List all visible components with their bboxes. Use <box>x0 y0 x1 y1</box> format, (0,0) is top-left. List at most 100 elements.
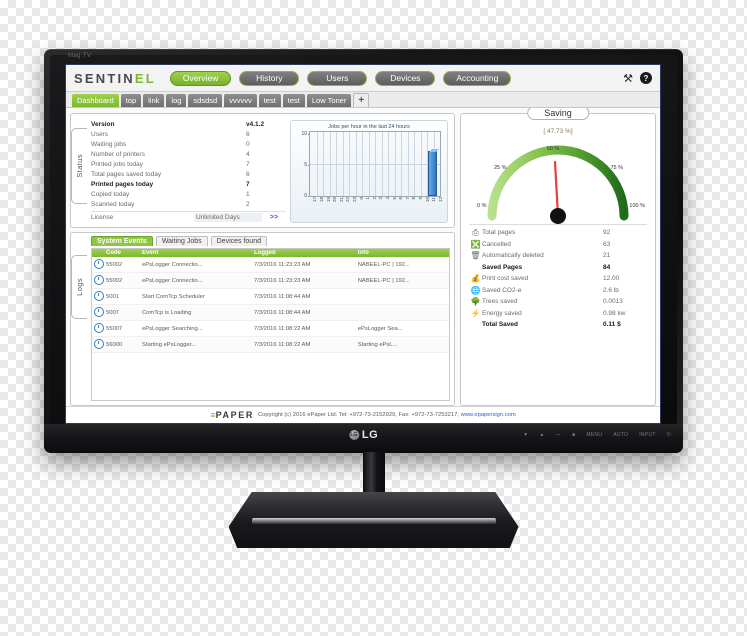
log-tab-devices-found[interactable]: Devices found <box>210 236 267 246</box>
saving-row: 🌐 Saved CO2-e 2.6 lb <box>469 286 647 296</box>
monitor-osd-button[interactable]: ▲ <box>539 432 544 438</box>
monitor-screen: SENTINEL Overview History Users Devices … <box>65 64 661 424</box>
logs-table-row[interactable]: 56000 Starting ePsLogger... 7/3/2016 11:08… <box>92 337 449 353</box>
monitor-bezel-bottom: LG LG ▼ ▲ — ■ MENU AUTO INPUT ⏻ <box>44 424 683 453</box>
status-key: Scanned today <box>91 201 135 208</box>
monitor-brand-label: Mag TV <box>68 53 92 59</box>
chart-x-tick: 8 <box>411 197 417 200</box>
nav-button-accounting[interactable]: Accounting <box>443 70 512 86</box>
energy-icon: ⚡ <box>470 308 481 318</box>
monitor-bezel: Mag TV SENTINEL Overview History Users D… <box>44 49 683 453</box>
side-tab-logs[interactable]: Logs <box>71 255 87 319</box>
co2-icon: 🌐 <box>470 285 481 295</box>
log-event: Starting ePsLogger... <box>142 341 197 348</box>
tab-test-1[interactable]: test <box>258 94 281 107</box>
log-tab-waiting-jobs[interactable]: Waiting Jobs <box>155 236 208 246</box>
help-icon[interactable]: ? <box>640 72 652 84</box>
app-logo: SENTINEL <box>74 71 156 86</box>
status-list: Version v4.1.2 Users 6 Waiting jobs 0 Nu… <box>91 120 286 223</box>
footer-website-link[interactable]: www.epapersign.com <box>461 412 516 418</box>
status-side-tab-wrap: Status <box>71 128 87 204</box>
log-event: ePsLogger Searching... <box>142 325 203 332</box>
monitor-stand-base-stripe <box>251 518 496 524</box>
status-key: Waiting jobs <box>91 141 127 148</box>
saving-gauge-percent: [ 47.73 %] <box>543 128 573 135</box>
side-tab-status[interactable]: Status <box>71 128 87 204</box>
monitor-osd-button[interactable]: ■ <box>572 432 575 438</box>
chart-plot: 10 5 0 17 18 19 20 21 22 23 0 1 2 3 4 5 6 7 8 9 10 11 12 <box>294 131 444 209</box>
tab-low-toner[interactable]: Low Toner <box>306 94 352 107</box>
log-logged: 7/3/2016 11:08:22 AM <box>254 341 311 348</box>
status-value: v4.1.2 <box>246 121 265 128</box>
tab-sdsdsd[interactable]: sdsdsd <box>188 94 223 107</box>
app-footer: ≡PAPER Copyright (c) 2016 ePaper Ltd. Te… <box>66 406 660 423</box>
logs-table-row[interactable]: 5001 Start ComTcp Scheduler 7/3/2016 11:08… <box>92 289 449 305</box>
logs-table-row[interactable]: 5007 ComTcp is Loading 7/3/2016 11:08:44 A… <box>92 305 449 321</box>
saving-row: 🌳 Trees saved 0.0013 <box>469 297 647 307</box>
logs-table-row[interactable]: 55002 ePsLogger Connectio... 7/3/2016 11:2… <box>92 257 449 273</box>
log-event: Start ComTcp Scheduler <box>142 293 205 300</box>
status-key: Printed pages today <box>91 181 154 188</box>
tab-log[interactable]: log <box>166 94 187 107</box>
status-row: Printed jobs today 7 <box>91 160 286 169</box>
status-panel: Status Version v4.1.2 Users 6 Waiting jo… <box>70 113 455 228</box>
chart-y-tick: 5 <box>304 162 307 169</box>
nav-button-overview[interactable]: Overview <box>169 70 232 86</box>
navbar-icons: ⚒ ? <box>623 72 652 85</box>
saving-row: Saved Pages 84 <box>469 263 647 273</box>
saving-label: Print cost saved <box>482 275 529 282</box>
monitor-osd-button[interactable]: AUTO <box>613 432 628 438</box>
nav-button-users[interactable]: Users <box>307 70 368 86</box>
gauge-tick-0: 0 % <box>477 203 487 209</box>
status-row: Printed pages today 7 <box>91 180 286 189</box>
logs-col-code: Code <box>106 250 121 256</box>
nav-button-devices[interactable]: Devices <box>375 70 436 86</box>
status-key: Users <box>91 131 108 138</box>
tab-top[interactable]: top <box>120 94 142 107</box>
status-value: 2 <box>246 201 250 208</box>
monitor-osd-button[interactable]: INPUT <box>639 432 656 438</box>
monitor-osd-button[interactable]: ⏻ <box>667 432 671 438</box>
clock-icon <box>92 274 106 287</box>
tools-icon[interactable]: ⚒ <box>623 72 633 85</box>
tab-dashboard[interactable]: Dashboard <box>72 94 119 107</box>
status-key: Total pages saved today <box>91 171 162 178</box>
monitor: Mag TV SENTINEL Overview History Users D… <box>44 49 683 453</box>
logs-table-row[interactable]: 55007 ePsLogger Searching... 7/3/2016 11:0… <box>92 321 449 337</box>
status-value: 4 <box>246 151 250 158</box>
log-code: 56000 <box>106 341 123 348</box>
tab-vvvvvv[interactable]: vvvvvv <box>224 94 257 107</box>
saving-label: Cancelled <box>482 240 511 248</box>
chart-x-tick: 3 <box>378 197 384 200</box>
monitor-osd-button[interactable]: MENU <box>586 432 602 438</box>
status-value: 0 <box>246 141 250 148</box>
logs-table-row[interactable]: 55002 ePsLogger Connectio... 7/3/2016 11:2… <box>92 273 449 289</box>
chart-x-tick: 17 <box>312 197 318 203</box>
log-tab-system-events[interactable]: System Events <box>91 236 153 246</box>
log-tab-system-events-label: System Events <box>97 238 147 245</box>
add-tab-button[interactable]: + <box>353 93 370 107</box>
nav-button-history[interactable]: History <box>239 70 300 86</box>
monitor-osd-button[interactable]: — <box>556 432 561 438</box>
monitor-osd-button[interactable]: ▼ <box>523 432 528 438</box>
logs-side-tab-wrap: Logs <box>71 255 87 319</box>
tab-low-toner-label: Low Toner <box>311 96 347 105</box>
status-more-link[interactable]: >> <box>262 213 286 222</box>
log-logged: 7/3/2016 11:08:44 AM <box>254 293 311 300</box>
nav-button-users-label: Users <box>326 73 349 83</box>
epaper-logo-bars: ≡ <box>210 410 215 420</box>
monitor-osd-buttons[interactable]: ▼ ▲ — ■ MENU AUTO INPUT ⏻ <box>523 432 671 438</box>
logs-col-event: Event <box>142 250 159 256</box>
tab-test-2[interactable]: test <box>282 94 305 107</box>
tab-top-label: top <box>125 96 137 105</box>
log-code: 55007 <box>106 325 123 332</box>
saving-value: 2.6 lb <box>603 286 619 294</box>
saving-row: Total Saved 0.11 $ <box>469 320 647 330</box>
cancel-page-icon: ❎ <box>470 239 481 249</box>
nav-button-history-label: History <box>256 73 283 83</box>
chart-x-tick: 21 <box>338 197 344 203</box>
log-tab-devices-found-label: Devices found <box>216 238 261 245</box>
logs-table: Code Event Logged Info 55002 ePsLogger Co… <box>91 248 450 401</box>
license-label: License <box>91 214 114 221</box>
tab-link[interactable]: link <box>143 94 165 107</box>
